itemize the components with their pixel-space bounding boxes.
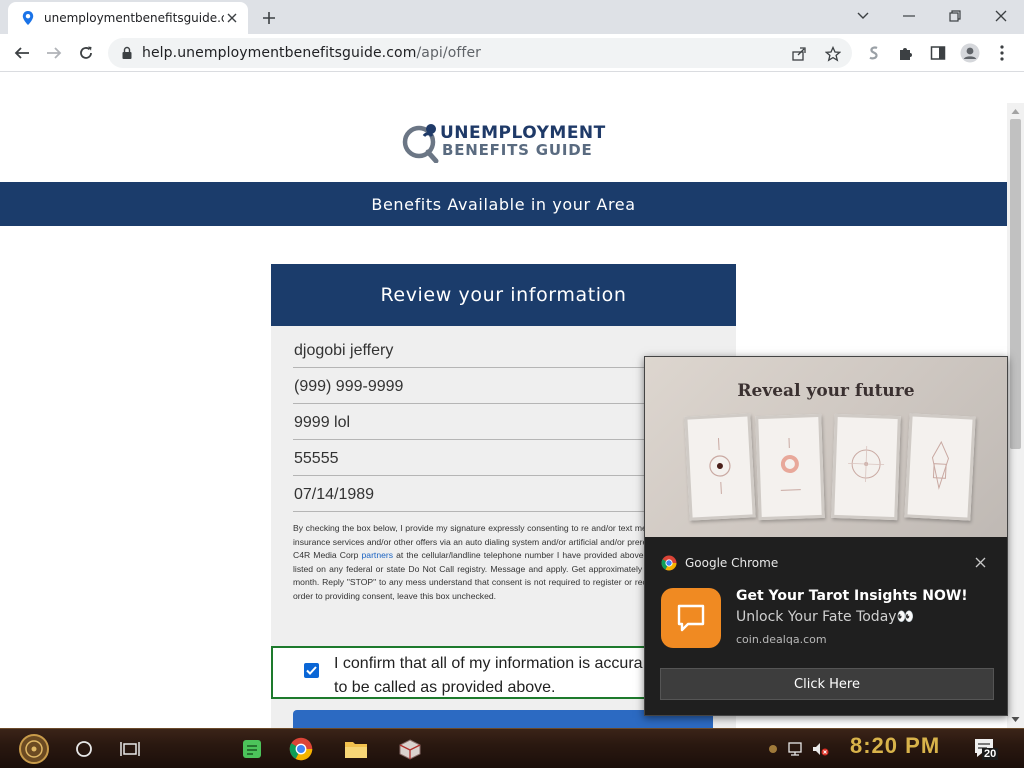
notification-count-badge: 20	[982, 748, 999, 760]
tab-strip: unemploymentbenefitsguide.com	[0, 0, 1024, 34]
side-panel-icon[interactable]	[927, 42, 949, 64]
notification-source: coin.dealqa.com	[736, 633, 827, 646]
chevron-down-icon	[857, 12, 869, 19]
folder-icon	[345, 742, 367, 758]
tarot-card-3	[831, 413, 901, 521]
logo-line-1: UNEMPLOYMENT	[440, 123, 606, 143]
chrome-icon	[289, 737, 313, 761]
confirm-checkbox[interactable]	[304, 663, 319, 678]
lock-icon[interactable]	[120, 46, 134, 60]
cube-app-icon	[399, 739, 421, 760]
notification-app-row: Google Chrome	[661, 555, 778, 571]
notification-app-icon	[661, 588, 721, 648]
url-path: /api/offer	[416, 45, 482, 61]
notification-body: Unlock Your Fate Today👀	[736, 609, 914, 625]
reload-icon	[80, 46, 92, 59]
chat-bubble-icon	[677, 604, 705, 632]
close-icon	[995, 10, 1007, 22]
address-bar[interactable]: help.unemploymentbenefitsguide.com/api/o…	[108, 38, 852, 68]
notification-hero-image[interactable]: Reveal your future	[645, 357, 1007, 537]
taskbar-chrome-app[interactable]	[285, 733, 317, 765]
tarot-card-1	[684, 413, 756, 521]
notification-app-name: Google Chrome	[685, 556, 779, 570]
arrow-right-icon	[47, 47, 62, 59]
task-view-button[interactable]	[116, 733, 144, 765]
chrome-notification[interactable]: Reveal your future Google Chrome Get You…	[644, 356, 1008, 716]
reload-button[interactable]	[72, 40, 100, 66]
menu-kebab-icon[interactable]	[991, 42, 1013, 64]
action-center-button[interactable]: 20	[968, 733, 1002, 765]
minimize-icon	[903, 15, 915, 17]
cortana-circle-icon	[76, 741, 92, 757]
taskbar-file-explorer[interactable]	[340, 733, 372, 765]
page-scrollbar[interactable]	[1007, 103, 1024, 728]
task-view-icon	[120, 742, 140, 756]
url-host: help.unemploymentbenefitsguide.com	[142, 45, 417, 61]
tarot-card-4	[904, 413, 976, 521]
hero-headline: Reveal your future	[737, 381, 915, 401]
tab-close-icon[interactable]	[224, 10, 240, 26]
partners-link[interactable]: partners	[362, 550, 394, 560]
cortana-button[interactable]	[70, 733, 98, 765]
click-here-button[interactable]: Click Here	[660, 668, 994, 700]
notification-close-icon[interactable]	[973, 555, 987, 569]
chrome-icon	[661, 555, 677, 571]
logo-line-2: BENEFITS GUIDE	[442, 141, 593, 159]
close-window-button[interactable]	[986, 4, 1016, 28]
steampunk-start-icon	[19, 734, 49, 764]
bookmark-star-icon[interactable]	[824, 45, 842, 63]
plus-icon	[263, 12, 275, 24]
extensions-puzzle-icon[interactable]	[895, 42, 917, 64]
tray-network[interactable]	[786, 733, 806, 765]
scroll-up-icon[interactable]	[1011, 107, 1020, 116]
tray-chevron-icon	[769, 745, 777, 753]
url-text: help.unemploymentbenefitsguide.com/api/o…	[142, 45, 481, 61]
start-button[interactable]	[8, 733, 60, 765]
tarot-card-2	[755, 413, 825, 521]
tray-volume[interactable]	[810, 733, 830, 765]
restore-icon	[949, 10, 961, 22]
back-button[interactable]	[8, 40, 36, 66]
area-banner: Benefits Available in your Area	[0, 182, 1007, 226]
location-pin-icon	[22, 11, 34, 25]
checkmark-icon	[306, 666, 317, 675]
extension-s-icon[interactable]	[863, 42, 885, 64]
tab-title: unemploymentbenefitsguide.com	[44, 11, 224, 25]
magnifier-logo-icon	[402, 124, 439, 163]
site-logo[interactable]: UNEMPLOYMENT BENEFITS GUIDE	[402, 123, 612, 165]
taskbar-clock[interactable]: 8:20 PM	[850, 733, 940, 759]
sticky-notes-icon	[243, 740, 261, 758]
taskbar-app-cube[interactable]	[394, 733, 426, 765]
new-tab-button[interactable]	[258, 7, 280, 29]
browser-toolbar: help.unemploymentbenefitsguide.com/api/o…	[0, 34, 1024, 72]
network-icon	[788, 742, 802, 756]
arrow-left-icon	[14, 47, 29, 59]
notification-title: Get Your Tarot Insights NOW!	[736, 588, 968, 604]
scroll-down-icon[interactable]	[1011, 715, 1020, 724]
volume-muted-icon	[813, 743, 829, 756]
share-icon[interactable]	[790, 45, 808, 63]
minimize-button[interactable]	[894, 4, 924, 28]
active-tab[interactable]: unemploymentbenefitsguide.com	[8, 2, 248, 34]
tab-search-button[interactable]	[848, 4, 878, 28]
forward-button[interactable]	[40, 40, 68, 66]
restore-button[interactable]	[940, 4, 970, 28]
profile-avatar-icon[interactable]	[959, 42, 981, 64]
taskbar-notes-app[interactable]	[236, 733, 268, 765]
scrollbar-thumb[interactable]	[1010, 119, 1021, 449]
tray-show-hidden[interactable]	[764, 733, 782, 765]
card-title: Review your information	[271, 264, 736, 326]
